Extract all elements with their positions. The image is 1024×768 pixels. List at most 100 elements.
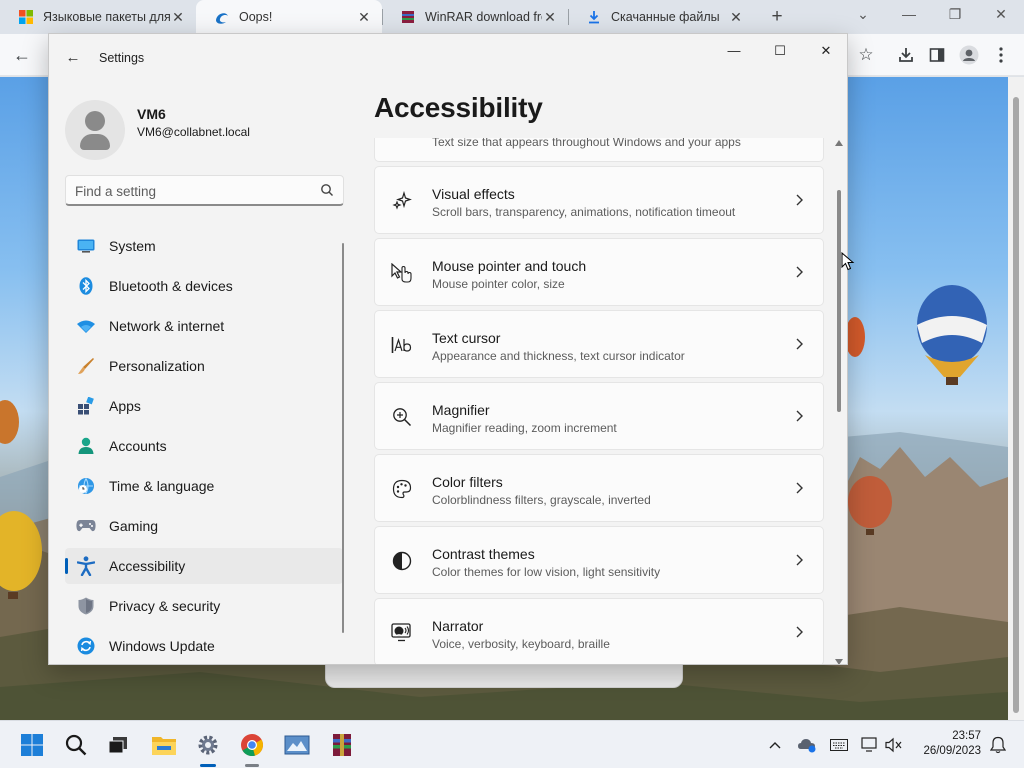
- nav-item-personalization[interactable]: Personalization: [65, 348, 343, 384]
- balloon-right: [917, 285, 987, 385]
- volume-muted-icon[interactable]: [884, 735, 904, 755]
- sparkle-icon: [391, 190, 413, 212]
- card-title: Narrator: [432, 618, 484, 634]
- card-subtitle: Magnifier reading, zoom increment: [432, 421, 617, 435]
- nav-scrollbar[interactable]: [342, 243, 344, 633]
- nav-label: Accessibility: [109, 558, 186, 574]
- card-subtitle: Color themes for low vision, light sensi…: [432, 565, 661, 579]
- avatar-head: [85, 111, 105, 131]
- settings-card-color-filters[interactable]: Color filters Colorblindness filters, gr…: [374, 454, 824, 522]
- mouse-cursor-icon: [841, 252, 855, 271]
- gamepad-icon: [75, 515, 97, 537]
- page-scrollbar[interactable]: [1008, 77, 1024, 720]
- chevron-right-icon: [793, 408, 805, 424]
- apps-icon: [75, 395, 97, 417]
- downloads-icon[interactable]: [895, 44, 917, 66]
- chevron-right-icon: [793, 624, 805, 640]
- onedrive-icon[interactable]: [797, 735, 817, 755]
- network-monitor-icon[interactable]: [860, 735, 880, 755]
- chevron-right-icon: [793, 552, 805, 568]
- new-tab-button[interactable]: +: [766, 6, 788, 28]
- page-scrollbar-thumb[interactable]: [1013, 97, 1019, 713]
- card-title: Magnifier: [432, 402, 490, 418]
- task-view-icon[interactable]: [103, 730, 133, 760]
- photos-icon[interactable]: [282, 730, 312, 760]
- close-tab-icon[interactable]: ✕: [728, 9, 744, 26]
- card-subtitle: Appearance and thickness, text cursor in…: [432, 349, 685, 363]
- browser-tab-oops[interactable]: Oops! ✕: [196, 0, 382, 34]
- close-tab-icon[interactable]: ✕: [170, 9, 186, 26]
- search-icon[interactable]: [320, 183, 334, 197]
- settings-card-narrator[interactable]: Narrator Voice, verbosity, keyboard, bra…: [374, 598, 824, 664]
- settings-icon[interactable]: [193, 730, 223, 760]
- user-avatar[interactable]: [65, 100, 125, 160]
- taskbar-clock[interactable]: 23:57 26/09/2023: [915, 729, 981, 759]
- accounts-icon: [75, 435, 97, 457]
- settings-maximize-button[interactable]: ☐: [763, 40, 797, 62]
- search-icon[interactable]: [61, 730, 91, 760]
- chevron-right-icon: [793, 336, 805, 352]
- start-icon[interactable]: [17, 730, 47, 760]
- contrast-icon: [391, 550, 413, 572]
- scroll-down-arrow-icon[interactable]: [835, 659, 843, 664]
- content-scrollbar[interactable]: [835, 138, 845, 664]
- browser-tab-strip: Языковые пакеты для ✕ Oops! ✕ WinRAR dow…: [0, 0, 1024, 34]
- browser-tab-downloads[interactable]: Скачанные файлы ✕: [568, 0, 754, 34]
- keyboard-icon[interactable]: [829, 735, 849, 755]
- settings-card-text-size[interactable]: Text size that appears throughout Window…: [374, 138, 824, 162]
- settings-minimize-button[interactable]: —: [717, 40, 751, 62]
- nav-item-apps[interactable]: Apps: [65, 388, 343, 424]
- tray-overflow-chevron-icon[interactable]: [765, 735, 785, 755]
- close-tab-icon[interactable]: ✕: [542, 9, 558, 26]
- settings-card-contrast-themes[interactable]: Contrast themes Color themes for low vis…: [374, 526, 824, 594]
- nav-item-accounts[interactable]: Accounts: [65, 428, 343, 464]
- system-icon: [75, 235, 97, 257]
- tab-search-dropdown-icon[interactable]: ⌄: [852, 6, 874, 28]
- side-panel-icon[interactable]: [926, 44, 948, 66]
- settings-back-button[interactable]: ←: [63, 48, 83, 68]
- browser-tab-language-packs[interactable]: Языковые пакеты для ✕: [0, 0, 196, 34]
- file-explorer-icon[interactable]: [149, 730, 179, 760]
- profile-avatar-icon[interactable]: [958, 44, 980, 66]
- nav-item-windows-update[interactable]: Windows Update: [65, 628, 343, 664]
- browser-back-button[interactable]: ←: [11, 44, 33, 66]
- close-tab-icon[interactable]: ✕: [356, 9, 372, 26]
- nav-label: Bluetooth & devices: [109, 278, 233, 294]
- settings-nav: System Bluetooth & devices Network & int…: [65, 228, 343, 664]
- nav-item-accessibility[interactable]: Accessibility: [65, 548, 343, 584]
- bluetooth-icon: [75, 275, 97, 297]
- chrome-icon[interactable]: [237, 730, 267, 760]
- settings-card-magnifier[interactable]: Magnifier Magnifier reading, zoom increm…: [374, 382, 824, 450]
- winrar-icon[interactable]: [327, 730, 357, 760]
- tab-title: Языковые пакеты для: [43, 10, 170, 24]
- card-title: Text cursor: [432, 330, 501, 346]
- nav-item-bluetooth[interactable]: Bluetooth & devices: [65, 268, 343, 304]
- settings-close-button[interactable]: ✕: [809, 40, 843, 62]
- nav-item-system[interactable]: System: [65, 228, 343, 264]
- nav-item-time-language[interactable]: Time & language: [65, 468, 343, 504]
- browser-minimize-button[interactable]: —: [898, 6, 920, 28]
- browser-close-button[interactable]: ✕: [990, 6, 1012, 28]
- download-icon: [586, 9, 602, 25]
- settings-card-text-cursor[interactable]: Text cursor Appearance and thickness, te…: [374, 310, 824, 378]
- nav-item-network[interactable]: Network & internet: [65, 308, 343, 344]
- scroll-up-arrow-icon[interactable]: [835, 140, 843, 146]
- notification-bell-icon[interactable]: [988, 735, 1008, 755]
- content-scrollbar-thumb[interactable]: [837, 190, 841, 412]
- settings-card-mouse-pointer[interactable]: Mouse pointer and touch Mouse pointer co…: [374, 238, 824, 306]
- browser-restore-button[interactable]: ❐: [944, 6, 966, 28]
- globe-clock-icon: [75, 475, 97, 497]
- find-setting-input[interactable]: [75, 182, 315, 200]
- nav-label: System: [109, 238, 156, 254]
- browser-menu-icon[interactable]: [990, 44, 1012, 66]
- nav-label: Windows Update: [109, 638, 215, 654]
- settings-titlebar[interactable]: ← Settings — ☐ ✕: [49, 34, 847, 82]
- browser-tab-winrar[interactable]: WinRAR download free ✕: [382, 0, 568, 34]
- magnifier-icon: [391, 406, 413, 428]
- nav-item-privacy[interactable]: Privacy & security: [65, 588, 343, 624]
- chevron-right-icon: [793, 480, 805, 496]
- find-setting-search[interactable]: [65, 175, 344, 206]
- bookmark-star-icon[interactable]: ☆: [855, 44, 877, 66]
- settings-card-visual-effects[interactable]: Visual effects Scroll bars, transparency…: [374, 166, 824, 234]
- nav-item-gaming[interactable]: Gaming: [65, 508, 343, 544]
